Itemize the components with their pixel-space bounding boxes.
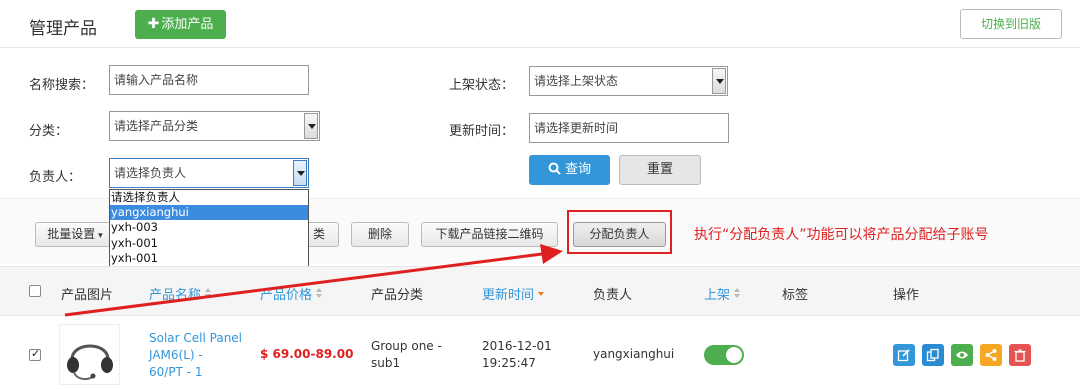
product-name-line: Solar Cell Panel xyxy=(149,331,243,345)
col-name[interactable]: 产品名称 xyxy=(149,284,213,303)
col-listed[interactable]: 上架 xyxy=(704,284,742,303)
bulk-settings-label: 批量设置 xyxy=(47,227,96,241)
share-icon xyxy=(985,349,997,361)
share-button[interactable] xyxy=(980,344,1002,366)
category-select[interactable]: 请选择产品分类 xyxy=(109,111,320,141)
eye-icon xyxy=(956,351,968,359)
chevron-down-icon[interactable] xyxy=(293,160,307,186)
delete-row-button[interactable] xyxy=(1009,344,1031,366)
highlight-box xyxy=(567,210,672,254)
copy-button[interactable] xyxy=(922,344,944,366)
add-product-button[interactable]: ✚ 添加产品 xyxy=(135,10,226,39)
owner-select-value: 请选择负责人 xyxy=(114,166,187,180)
product-updated: 2016-12-01 19:25:47 xyxy=(482,338,552,372)
dropdown-option[interactable]: yangxianghui xyxy=(110,205,308,221)
chevron-down-icon[interactable] xyxy=(304,113,318,139)
dropdown-option[interactable]: 请选择负责人 xyxy=(110,190,308,205)
product-name-line: JAM6(L) - xyxy=(149,348,203,362)
col-name-label: 产品名称 xyxy=(149,288,202,303)
status-select-value: 请选择上架状态 xyxy=(534,74,619,88)
product-price: $ 69.00-89.00 xyxy=(260,347,354,361)
col-category: 产品分类 xyxy=(371,288,424,303)
updated-date: 2016-12-01 xyxy=(482,339,552,353)
status-select[interactable]: 请选择上架状态 xyxy=(529,66,728,96)
annotation-text: 执行“分配负责人”功能可以将产品分配给子账号 xyxy=(694,227,989,243)
reset-button[interactable]: 重置 xyxy=(619,155,701,185)
row-checkbox[interactable] xyxy=(29,347,41,361)
owner-select[interactable]: 请选择负责人 xyxy=(109,158,309,188)
dropdown-option[interactable]: yxh-001 xyxy=(110,236,308,251)
col-updated[interactable]: 更新时间 xyxy=(482,284,546,303)
product-name-link[interactable]: Solar Cell Panel JAM6(L) - 60/PT - 1 xyxy=(149,330,242,381)
trash-icon xyxy=(1014,349,1026,362)
page-title: 管理产品 xyxy=(29,19,97,39)
updated-time: 19:25:47 xyxy=(482,356,536,370)
owner-dropdown-list: 请选择负责人 yangxianghui yxh-003 yxh-001 yxh-… xyxy=(109,189,309,267)
bulk-settings-button[interactable]: 批量设置 ▾ xyxy=(35,222,115,247)
product-owner: yangxianghui xyxy=(593,347,675,361)
page-header: 管理产品 ✚ 添加产品 切换到旧版 xyxy=(0,0,1080,48)
product-image[interactable] xyxy=(59,324,120,385)
update-time-label: 更新时间： xyxy=(449,124,515,139)
search-button[interactable]: 查询 xyxy=(529,155,610,185)
sort-icon[interactable] xyxy=(734,288,742,300)
owner-label: 负责人： xyxy=(29,170,82,185)
delete-button[interactable]: 删除 xyxy=(351,222,409,247)
category-label: 分类： xyxy=(29,124,69,139)
col-tags: 标签 xyxy=(782,288,809,303)
sort-icon[interactable] xyxy=(205,288,213,300)
search-label: 查询 xyxy=(564,162,591,177)
search-icon xyxy=(548,162,561,175)
view-button[interactable] xyxy=(951,344,973,366)
sort-desc-icon[interactable] xyxy=(538,288,546,300)
product-category: Group one - sub1 xyxy=(371,338,442,372)
category-line: Group one - xyxy=(371,339,442,353)
dropdown-option[interactable]: yxh-001 xyxy=(110,251,308,266)
headphones-icon xyxy=(67,344,113,381)
edit-icon xyxy=(897,349,910,362)
sort-icon[interactable] xyxy=(316,288,324,300)
chevron-down-icon[interactable] xyxy=(712,68,726,94)
col-price[interactable]: 产品价格 xyxy=(260,284,324,303)
col-price-label: 产品价格 xyxy=(260,288,313,303)
category-select-value: 请选择产品分类 xyxy=(114,119,199,133)
category-line: sub1 xyxy=(371,356,401,370)
dropdown-option[interactable]: yxh-003 xyxy=(110,220,308,235)
product-name-line: 60/PT - 1 xyxy=(149,365,203,379)
plus-icon: ✚ xyxy=(147,16,160,32)
add-product-label: 添加产品 xyxy=(161,17,214,32)
col-actions: 操作 xyxy=(893,288,920,303)
select-all-checkbox[interactable] xyxy=(29,285,41,297)
product-name-input[interactable]: 请输入产品名称 xyxy=(109,65,309,95)
name-search-label: 名称搜索： xyxy=(29,78,95,93)
col-owner: 负责人 xyxy=(593,288,633,303)
edit-button[interactable] xyxy=(893,344,915,366)
col-listed-label: 上架 xyxy=(704,288,731,303)
listed-toggle[interactable] xyxy=(704,345,744,365)
caret-down-icon: ▾ xyxy=(95,231,103,241)
col-image: 产品图片 xyxy=(61,288,114,303)
status-label: 上架状态： xyxy=(449,78,515,93)
switch-old-version-button[interactable]: 切换到旧版 xyxy=(960,9,1062,39)
download-qr-button[interactable]: 下载产品链接二维码 xyxy=(421,222,558,247)
copy-icon xyxy=(926,348,939,362)
col-updated-label: 更新时间 xyxy=(482,288,535,303)
update-time-input[interactable]: 请选择更新时间 xyxy=(529,113,729,143)
